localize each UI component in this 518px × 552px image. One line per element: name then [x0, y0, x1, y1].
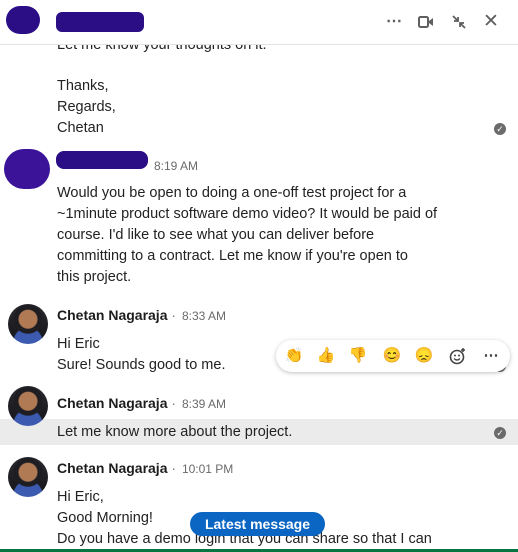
avatar[interactable] [8, 457, 48, 497]
close-icon[interactable]: ✕ [480, 11, 502, 33]
latest-message-button[interactable]: Latest message [190, 512, 325, 536]
redacted-contact-name-bar [56, 12, 144, 32]
message-line: ~1minute product software demo video? It… [57, 206, 438, 222]
seen-check-icon: ✓ [494, 427, 506, 439]
minimize-icon[interactable] [448, 11, 470, 33]
reaction-bar: 👏 👍 👎 😊 😞 ⋯ [276, 340, 510, 372]
more-options-icon[interactable]: ⋯ [481, 346, 501, 366]
message-timestamp: 8:19 AM [154, 159, 199, 173]
seen-check-icon: ✓ [494, 123, 506, 135]
message-list: Let me know your thoughts on it. Thanks,… [0, 45, 518, 552]
sender-name[interactable]: Chetan Nagaraja · 10:01 PM [57, 460, 233, 476]
thumbs-up-icon[interactable]: 👍 [316, 346, 336, 366]
message-line: Hi Eric [57, 336, 100, 352]
message-line: Would you be open to doing a one-off tes… [57, 185, 407, 201]
message-line: Regards, [57, 99, 116, 115]
message-line: Good Morning! [57, 510, 153, 526]
redacted-sender-name [56, 151, 148, 169]
message-line: Hi Eric, [57, 489, 104, 505]
add-reaction-icon[interactable] [448, 346, 468, 366]
redacted-avatar [4, 149, 50, 189]
message-line: committing to a contract. Let me know if… [57, 248, 408, 264]
sender-name[interactable]: Chetan Nagaraja · 8:39 AM [57, 395, 226, 411]
conversation-header: ⋯ ✕ [0, 0, 518, 45]
message-line: course. I'd like to see what you can del… [57, 227, 375, 243]
avatar[interactable] [8, 304, 48, 344]
smile-icon[interactable]: 😊 [382, 346, 402, 366]
message-line: Sure! Sounds good to me. [57, 357, 226, 373]
thumbs-down-icon[interactable]: 👎 [348, 346, 368, 366]
message-line: Thanks, [57, 78, 109, 94]
message-line: Let me know more about the project. [57, 424, 293, 440]
clapping-hands-icon[interactable]: 👏 [284, 346, 304, 366]
sender-name[interactable]: Chetan Nagaraja · 8:33 AM [57, 307, 226, 323]
avatar[interactable] [8, 386, 48, 426]
message-line: Chetan [57, 120, 104, 136]
message-timestamp: 8:39 AM [181, 397, 226, 411]
ellipsis-icon[interactable]: ⋯ [383, 11, 405, 33]
message-line: this project. [57, 269, 132, 285]
message-timestamp: 8:33 AM [181, 309, 226, 323]
sad-face-icon[interactable]: 😞 [414, 346, 434, 366]
redacted-contact-name [6, 6, 40, 34]
message-timestamp: 10:01 PM [181, 462, 234, 476]
video-call-icon[interactable] [415, 11, 437, 33]
message-line: Let me know your thoughts on it. [57, 45, 267, 53]
